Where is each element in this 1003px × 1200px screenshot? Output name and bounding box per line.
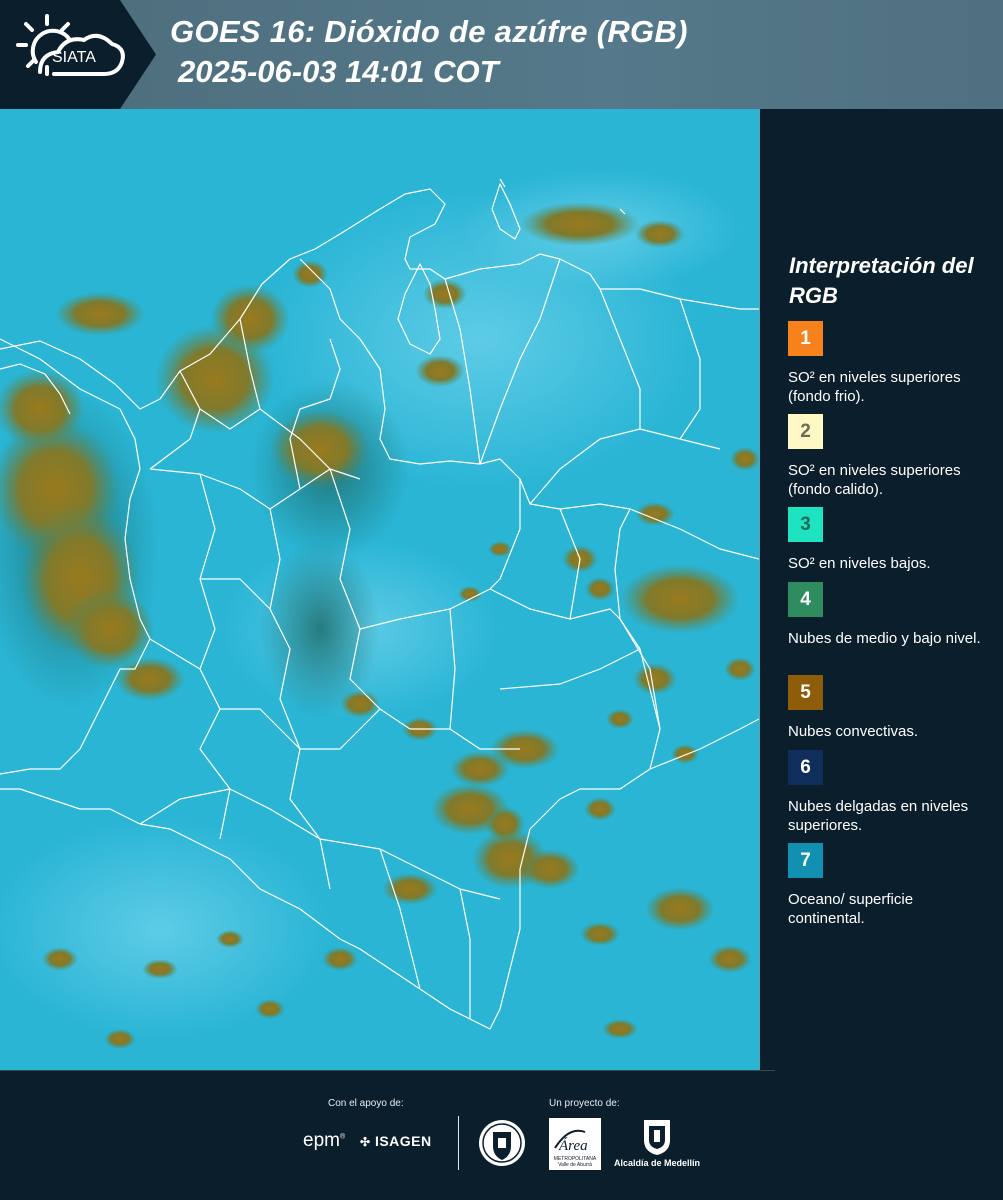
alcaldia-label: Alcaldía de Medellín [613,1158,701,1168]
legend-panel: Interpretación del RGB 1 SO² en niveles … [760,109,1003,1070]
legend-label-4: Nubes de medio y bajo nivel. [788,630,981,647]
legend-label-3: SO² en niveles bajos. [788,555,931,572]
timestamp: 2025-06-03 14:01 COT [178,54,499,89]
isagen-mark-icon: ✣ [360,1135,371,1149]
legend-swatch-6: 6 [788,750,823,785]
isagen-logo-text: ISAGEN [374,1133,432,1149]
legend-label-5: Nubes convectivas. [788,723,919,740]
footer-separator [0,1070,775,1071]
page-title: GOES 16: Dióxido de azúfre (RGB) [170,14,688,49]
legend-swatch-3: 3 [788,507,823,542]
header: SIATA GOES 16: Dióxido de azúfre (RGB) 2… [0,0,1003,109]
footer-divider [458,1116,459,1170]
svg-text:Área: Área [558,1137,588,1154]
legend-label-6: Nubes delgadas en niveles superiores. [788,798,969,834]
area-metropolitana-caption: METROPOLITANA Valle de Aburrá [553,1156,597,1168]
legend-swatch-7: 7 [788,843,823,878]
legend-item-5: 5 Nubes convectivas. [788,675,988,741]
epm-logo-text: epm [303,1130,340,1151]
footer: Con el apoyo de: Un proyecto de: epm® ✣ … [0,1070,1003,1200]
project-label: Un proyecto de: [549,1098,620,1109]
area-metropolitana-logo: Área METROPOLITANA Valle de Aburrá [549,1118,601,1175]
legend-swatch-4: 4 [788,582,823,617]
satellite-map[interactable] [0,109,759,1070]
legend-label-1: SO² en niveles superiores (fondo frio). [788,369,961,405]
isagen-logo: ✣ ISAGEN [360,1133,432,1149]
legend-label-7: Oceano/ superficie continental. [788,891,914,927]
legend-item-1: 1 SO² en niveles superiores (fondo frio)… [788,321,988,406]
legend-swatch-2: 2 [788,414,823,449]
siata-logo: SIATA [0,0,150,109]
svg-text:SIATA: SIATA [52,49,96,66]
support-label: Con el apoyo de: [328,1098,404,1109]
legend-item-3: 3 SO² en niveles bajos. [788,507,988,573]
legend-swatch-5: 5 [788,675,823,710]
legend-title: Interpretación del RGB [789,253,974,308]
alcaldia-medellin-logo: Alcaldía de Medellín [612,1118,702,1168]
legend-swatch-1: 1 [788,321,823,356]
legend-item-7: 7 Oceano/ superficie continental. [788,843,988,928]
legend-item-6: 6 Nubes delgadas en niveles superiores. [788,750,988,835]
epm-logo: epm® [303,1130,346,1151]
medellin-seal-icon [477,1118,527,1173]
legend-item-4: 4 Nubes de medio y bajo nivel. [788,582,988,648]
legend-label-2: SO² en niveles superiores (fondo calido)… [788,462,961,498]
legend-item-2: 2 SO² en niveles superiores (fondo calid… [788,414,988,503]
